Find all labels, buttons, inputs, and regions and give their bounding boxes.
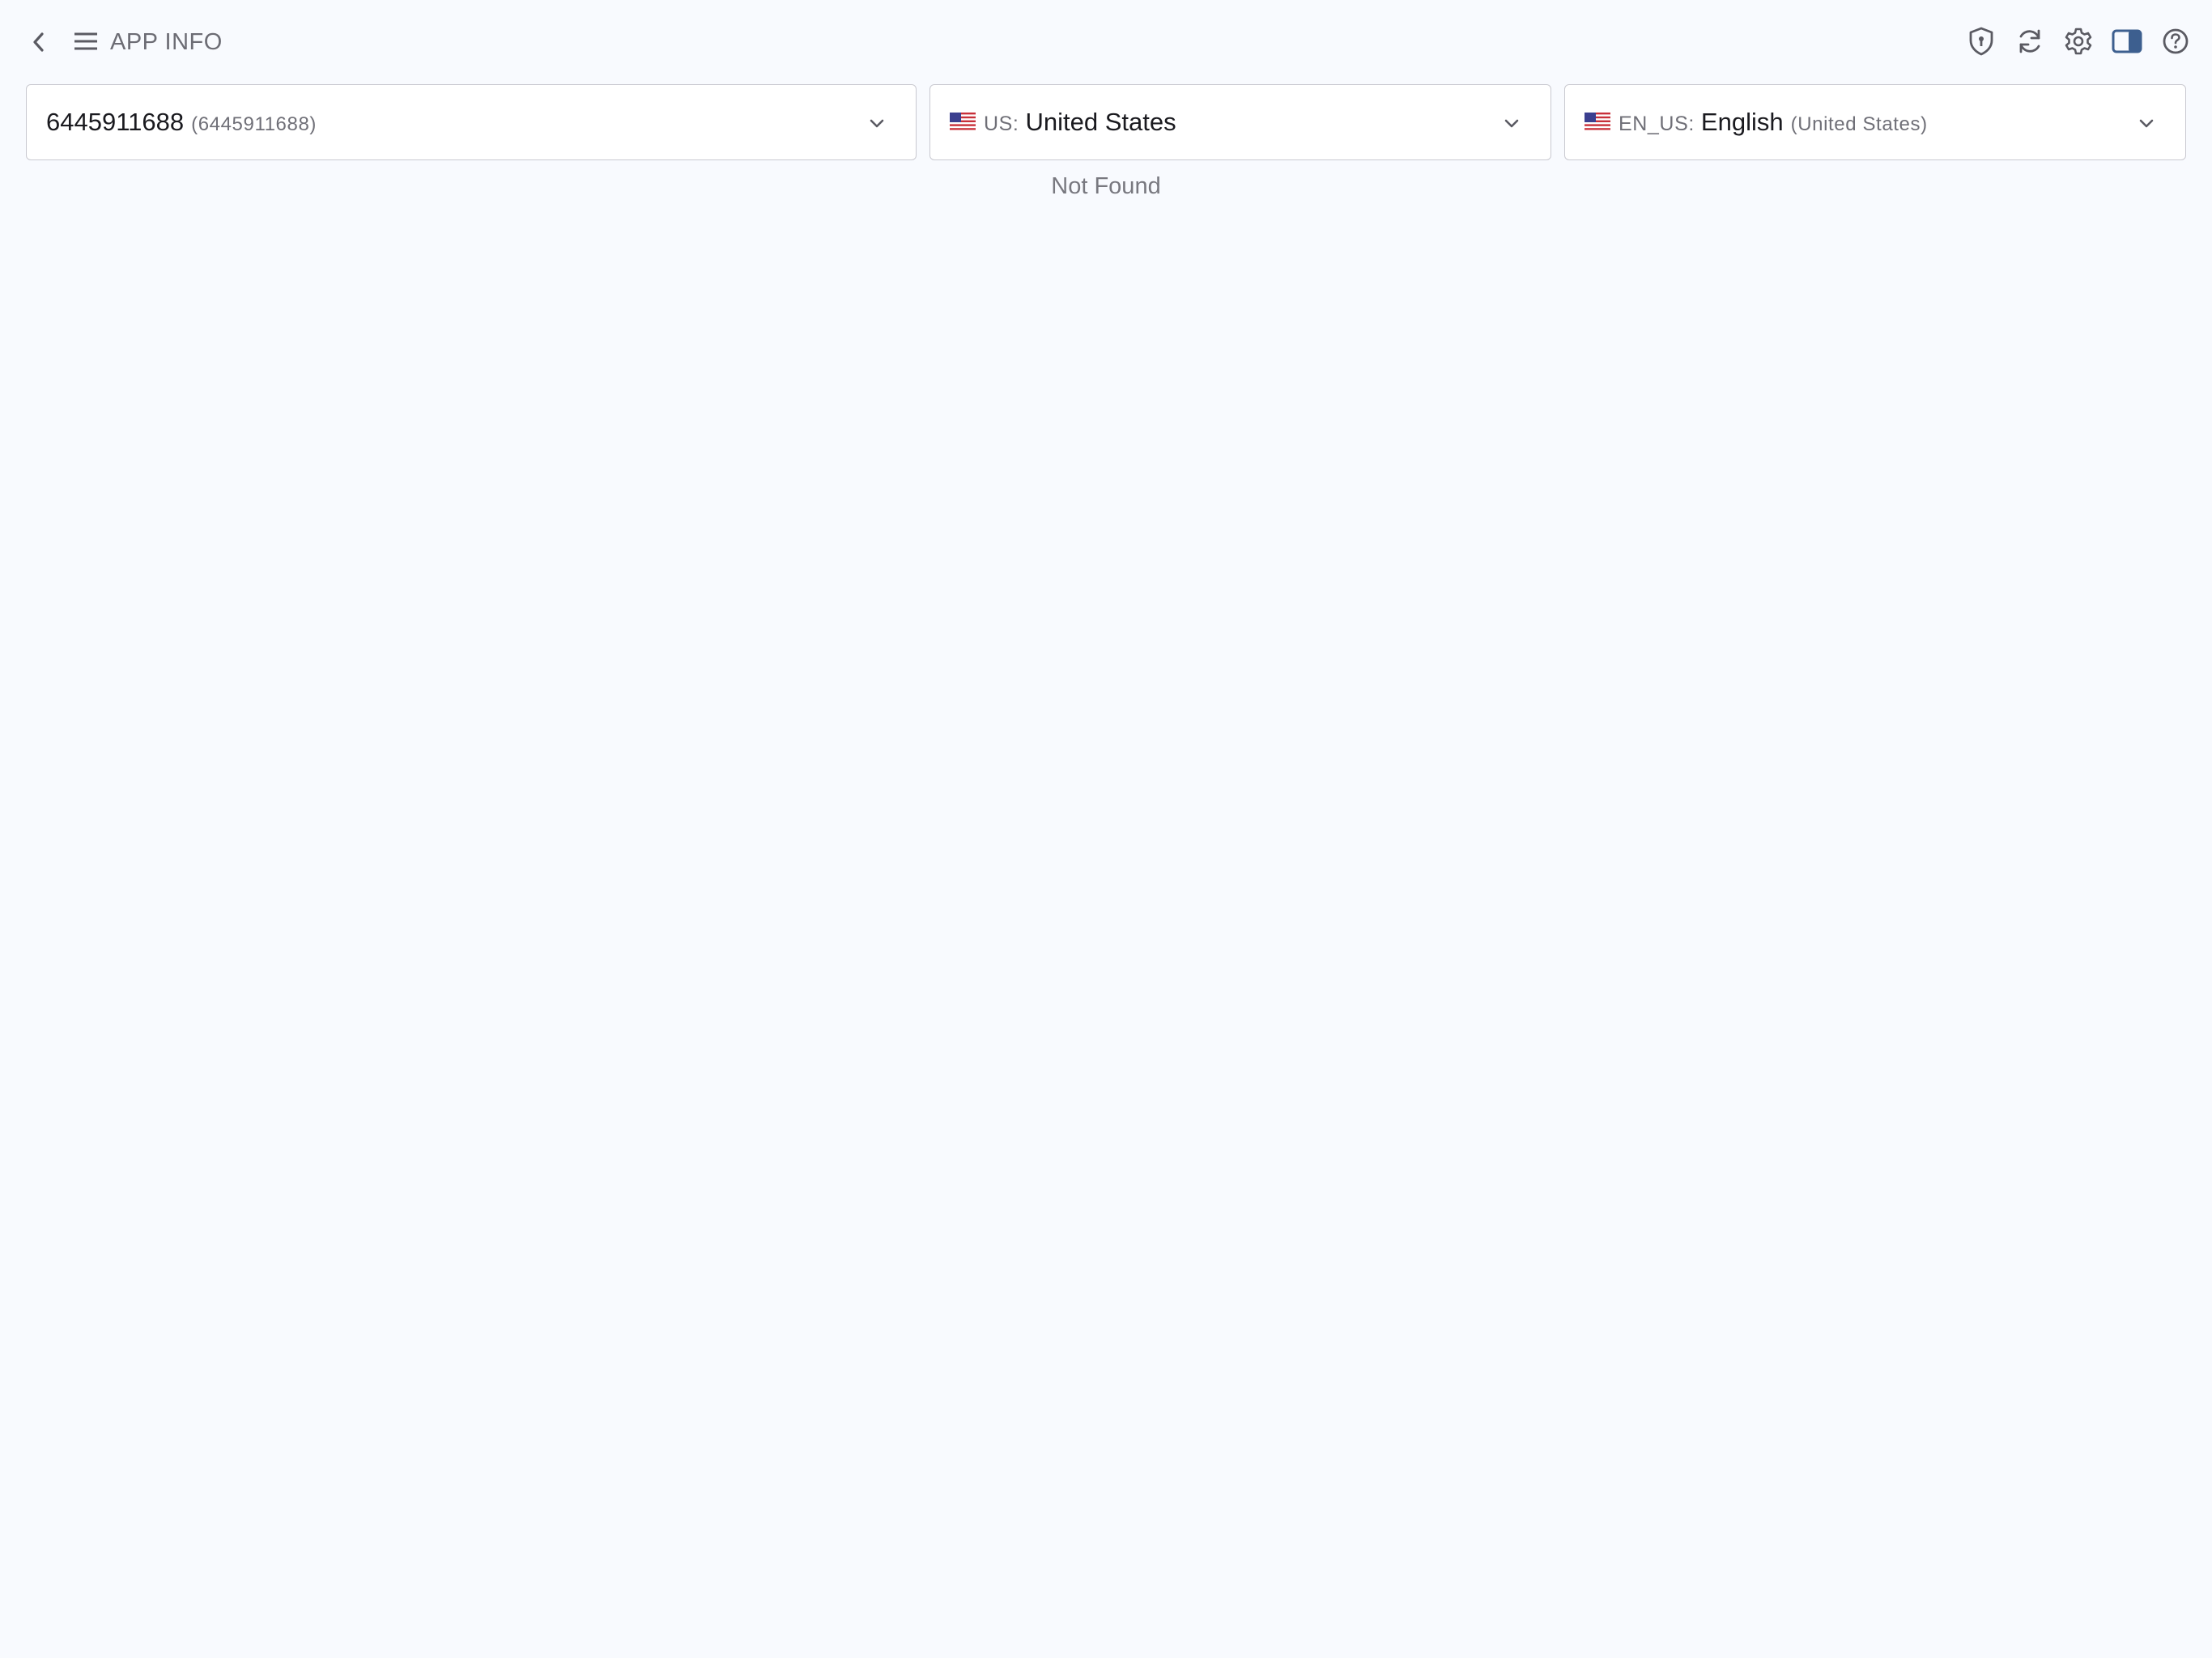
language-name: English [1700,108,1784,136]
status-message: Not Found [1051,173,1161,199]
language-region: (United States) [1790,113,1928,135]
sidebar-toggle-button[interactable] [2108,23,2146,60]
us-flag-icon [950,113,976,132]
menu-button[interactable] [71,27,100,56]
back-button[interactable] [24,25,53,59]
hamburger-menu-icon [74,32,97,50]
gear-icon [2065,28,2092,55]
sidebar-toggle-icon [2112,29,2142,53]
privacy-button[interactable] [1963,23,2000,60]
refresh-button[interactable] [2011,23,2048,60]
country-select[interactable]: US: United States [929,84,1551,160]
refresh-icon [2019,29,2040,53]
app-id-value: 6445911688 [46,108,185,136]
country-name: United States [1025,108,1176,136]
country-code: US: [984,113,1019,135]
top-bar: APP INFO [0,0,2212,83]
chevron-down-icon [2139,119,2154,128]
help-icon [2163,28,2189,54]
language-select[interactable]: EN_US: English (United States) [1564,84,2186,160]
us-flag-icon [1585,113,1610,132]
help-button[interactable] [2157,23,2194,60]
chevron-left-icon [33,32,44,52]
page-title: APP INFO [110,29,223,55]
shield-icon [1969,27,1993,56]
chevron-down-icon [870,119,884,128]
app-id-sub: (6445911688) [191,113,317,135]
settings-button[interactable] [2060,23,2097,60]
toolbar [1951,23,2194,60]
app-id-select[interactable]: 6445911688 (6445911688) [26,84,917,160]
language-code: EN_US: [1619,113,1695,135]
chevron-down-icon [1504,119,1519,128]
